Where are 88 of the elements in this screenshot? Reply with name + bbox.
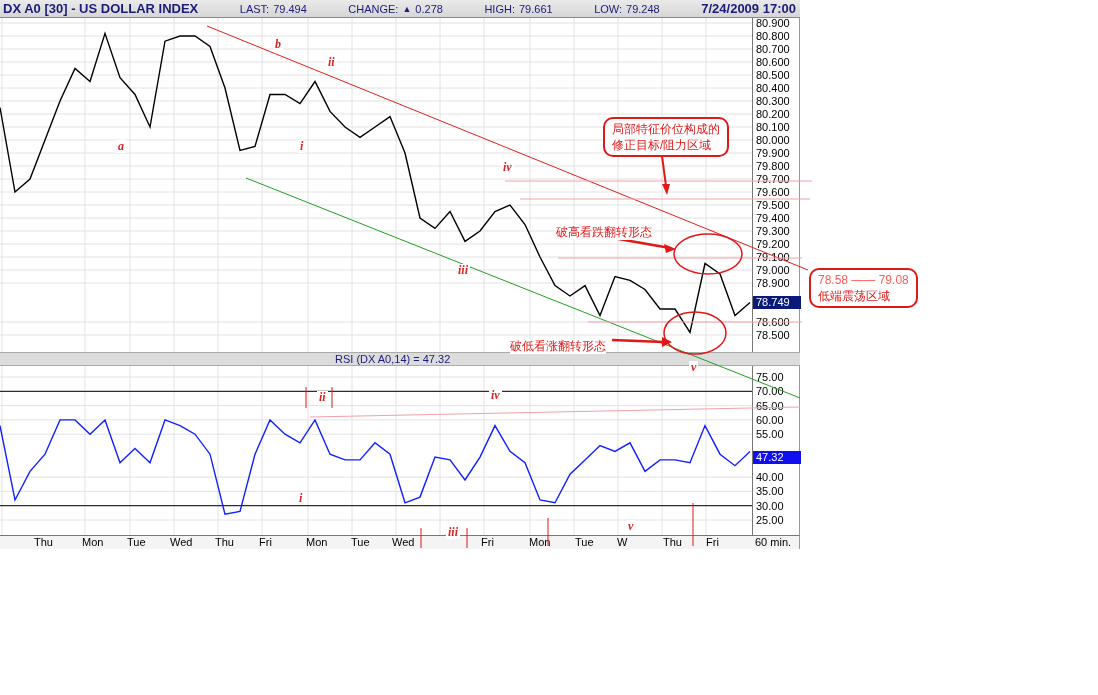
annotation-text: 78.58 —— 79.08 bbox=[818, 272, 909, 288]
stat-value: 79.494 bbox=[273, 2, 307, 15]
wave-label: v bbox=[689, 361, 699, 374]
signal-line bbox=[305, 386, 307, 409]
time-axis-label: Tue bbox=[575, 536, 594, 549]
axis-tick-label: 40.00 bbox=[755, 471, 784, 484]
interval-label: 60 min. bbox=[755, 536, 792, 549]
axis-tick-label: 79.800 bbox=[755, 160, 790, 172]
wave-label: i bbox=[298, 140, 306, 153]
axis-tick-label: 80.800 bbox=[755, 30, 790, 42]
axis-tick-label: 65.00 bbox=[755, 399, 784, 412]
axis-tick-label: 80.900 bbox=[755, 17, 790, 29]
axis-tick-label: 78.900 bbox=[755, 277, 790, 289]
axis-tick-label: 80.600 bbox=[755, 56, 790, 68]
time-axis-label: Fri bbox=[481, 536, 494, 549]
stat-label: LAST: bbox=[239, 2, 270, 15]
axis-tick-label: 80.300 bbox=[755, 95, 790, 107]
annotation-text: 修正目标/阻力区域 bbox=[612, 137, 713, 153]
time-axis-label: Tue bbox=[127, 536, 146, 549]
stat-label: CHANGE: bbox=[348, 2, 399, 15]
axis-tick-label: 35.00 bbox=[755, 485, 784, 498]
axis-tick-label: 80.100 bbox=[755, 121, 790, 133]
highlight-circle bbox=[673, 233, 743, 275]
annotation-text: 低端震荡区域 bbox=[818, 288, 891, 304]
signal-line bbox=[692, 502, 694, 547]
change-arrow: ▲ bbox=[402, 3, 412, 14]
signal-line bbox=[420, 527, 422, 548]
axis-tick-label: 30.00 bbox=[755, 499, 784, 512]
axis-tick-label: 25.00 bbox=[755, 514, 784, 526]
stat-value: 79.661 bbox=[518, 2, 553, 15]
axis-tick-label: 79.900 bbox=[755, 147, 790, 159]
time-axis-label: Mon bbox=[82, 536, 104, 549]
arrow bbox=[611, 337, 672, 347]
stat-label: LOW: bbox=[594, 2, 623, 15]
annotation-text: 局部特征价位构成的 bbox=[612, 121, 720, 137]
wave-label: i bbox=[297, 492, 305, 505]
stat-label: HIGH: bbox=[484, 2, 515, 15]
annotation-text: 破高看跌翻转形态 bbox=[556, 225, 652, 240]
time-axis-label: Tue bbox=[351, 536, 370, 549]
signal-line bbox=[331, 386, 333, 409]
axis-tick-label: 80.000 bbox=[755, 134, 790, 146]
wave-label: iv bbox=[501, 161, 514, 174]
time-axis-label: Wed bbox=[170, 536, 193, 549]
time-axis-label: W bbox=[617, 536, 628, 549]
wave-label: ii bbox=[317, 391, 328, 404]
time-axis-label: Fri bbox=[259, 536, 272, 549]
time-axis-label: Thu bbox=[34, 536, 53, 549]
stat-value: 0.278 bbox=[415, 2, 443, 15]
axis-tick-label: 79.500 bbox=[755, 199, 790, 211]
axis-tick-label: 79.300 bbox=[755, 225, 790, 237]
wave-label: ii bbox=[326, 56, 337, 69]
axis-tick-label: 55.00 bbox=[755, 428, 784, 441]
wave-label: a bbox=[116, 140, 126, 153]
axis-tick-label: 80.700 bbox=[755, 43, 790, 55]
time-axis-label: Thu bbox=[215, 536, 234, 549]
wave-label: b bbox=[273, 38, 283, 51]
signal-line bbox=[466, 527, 468, 548]
time-axis-label: Fri bbox=[706, 536, 719, 549]
time-axis-label: Mon bbox=[306, 536, 328, 549]
axis-tick-label: 75.00 bbox=[755, 371, 784, 383]
signal-line bbox=[547, 517, 549, 547]
time-axis-label: Mon bbox=[529, 536, 551, 549]
stat-value: 79.248 bbox=[626, 2, 660, 15]
axis-tick-label: 79.600 bbox=[755, 186, 790, 198]
axis-tick-label: 79.700 bbox=[755, 173, 790, 185]
highlight-circle bbox=[663, 311, 727, 355]
axis-tick-label: 70.00 bbox=[755, 385, 784, 398]
axis-tick-label: 78.500 bbox=[755, 329, 790, 341]
wave-label: iv bbox=[489, 389, 502, 402]
rsi-title: RSI (DX A0,14) = 47.32 bbox=[335, 353, 451, 365]
wave-label: iii bbox=[446, 526, 460, 539]
axis-tick-label: 80.200 bbox=[755, 108, 790, 120]
annotation-text: 破低看涨翻转形态 bbox=[510, 339, 606, 354]
axis-tick-label: 79.400 bbox=[755, 212, 790, 224]
wave-label: v bbox=[626, 520, 636, 533]
chart-datetime: 7/24/2009 17:00 bbox=[701, 1, 796, 16]
axis-tick-label: 80.500 bbox=[755, 69, 790, 81]
axis-tick-label: 80.400 bbox=[755, 82, 790, 94]
current-price-label: 78.749 bbox=[753, 296, 801, 309]
axis-tick-label: 60.00 bbox=[755, 413, 784, 426]
axis-tick-label: 79.000 bbox=[755, 264, 790, 276]
time-axis-label: Thu bbox=[663, 536, 682, 549]
current-rsi-label: 47.32 bbox=[753, 451, 801, 464]
time-axis-label: Wed bbox=[392, 536, 415, 549]
wave-label: iii bbox=[456, 264, 470, 277]
axis-tick-label: 79.200 bbox=[755, 238, 790, 250]
symbol-title: DX A0 [30] - US DOLLAR INDEX bbox=[3, 1, 199, 16]
axis-tick-label: 78.600 bbox=[755, 316, 790, 328]
